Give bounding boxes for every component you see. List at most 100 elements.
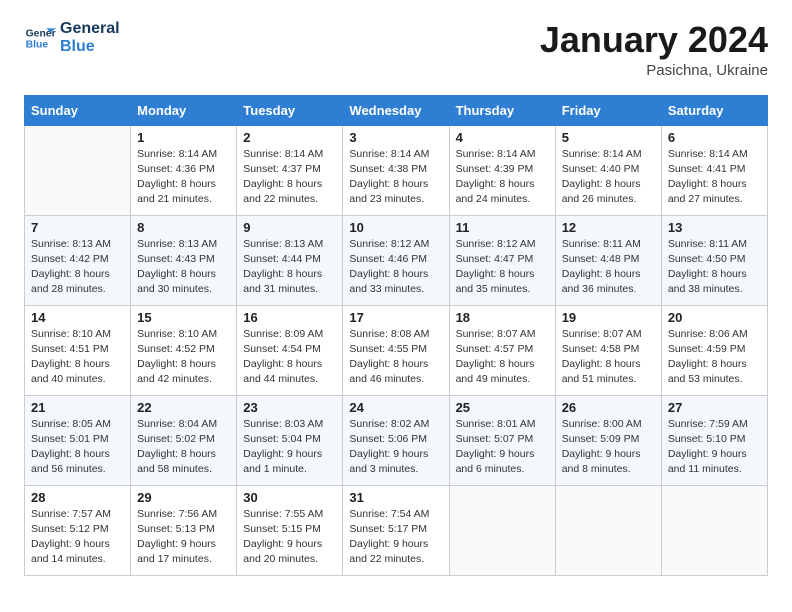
calendar-cell: 18 Sunrise: 8:07 AMSunset: 4:57 PMDayligh… <box>449 305 555 395</box>
day-number: 23 <box>243 400 336 415</box>
svg-text:Blue: Blue <box>26 40 49 51</box>
logo-blue: Blue <box>60 38 120 56</box>
day-header-thursday: Thursday <box>449 95 555 125</box>
calendar-cell: 14 Sunrise: 8:10 AMSunset: 4:51 PMDayligh… <box>25 305 131 395</box>
day-number: 19 <box>562 310 655 325</box>
location-subtitle: Pasichna, Ukraine <box>540 62 768 79</box>
day-number: 28 <box>31 490 124 505</box>
calendar-header: SundayMondayTuesdayWednesdayThursdayFrid… <box>25 95 768 125</box>
day-number: 25 <box>456 400 549 415</box>
logo: General Blue General Blue <box>24 20 120 57</box>
day-number: 13 <box>668 220 761 235</box>
calendar-cell: 15 Sunrise: 8:10 AMSunset: 4:52 PMDayligh… <box>131 305 237 395</box>
calendar-cell: 11Sunrise: 8:12 AMSunset: 4:47 PMDayligh… <box>449 215 555 305</box>
calendar-cell: 20 Sunrise: 8:06 AMSunset: 4:59 PMDayligh… <box>661 305 767 395</box>
day-number: 3 <box>349 130 442 145</box>
day-number: 5 <box>562 130 655 145</box>
day-detail: Sunrise: 8:06 AMSunset: 4:59 PMDaylight:… <box>668 327 761 388</box>
calendar-cell: 31 Sunrise: 7:54 AMSunset: 5:17 PMDayligh… <box>343 485 449 575</box>
calendar-week-2: 7Sunrise: 8:13 AMSunset: 4:42 PMDaylight… <box>25 215 768 305</box>
day-number: 26 <box>562 400 655 415</box>
calendar-cell: 24 Sunrise: 8:02 AMSunset: 5:06 PMDayligh… <box>343 395 449 485</box>
day-detail: Sunrise: 8:13 AMSunset: 4:44 PMDaylight:… <box>243 237 336 298</box>
day-number: 18 <box>456 310 549 325</box>
calendar-body: 1 Sunrise: 8:14 AMSunset: 4:36 PMDaylight… <box>25 125 768 575</box>
day-detail: Sunrise: 8:11 AMSunset: 4:50 PMDaylight:… <box>668 237 761 298</box>
day-number: 12 <box>562 220 655 235</box>
calendar-cell: 4Sunrise: 8:14 AMSunset: 4:39 PMDaylight… <box>449 125 555 215</box>
day-detail: Sunrise: 7:54 AMSunset: 5:17 PMDaylight:… <box>349 507 442 568</box>
calendar-cell: 10 Sunrise: 8:12 AMSunset: 4:46 PMDayligh… <box>343 215 449 305</box>
day-number: 1 <box>137 130 230 145</box>
day-number: 2 <box>243 130 336 145</box>
day-detail: Sunrise: 8:09 AMSunset: 4:54 PMDaylight:… <box>243 327 336 388</box>
calendar-cell: 12Sunrise: 8:11 AMSunset: 4:48 PMDayligh… <box>555 215 661 305</box>
days-of-week-row: SundayMondayTuesdayWednesdayThursdayFrid… <box>25 95 768 125</box>
calendar-cell: 3 Sunrise: 8:14 AMSunset: 4:38 PMDaylight… <box>343 125 449 215</box>
day-detail: Sunrise: 8:14 AMSunset: 4:38 PMDaylight:… <box>349 147 442 208</box>
calendar-cell: 7Sunrise: 8:13 AMSunset: 4:42 PMDaylight… <box>25 215 131 305</box>
calendar-week-4: 21 Sunrise: 8:05 AMSunset: 5:01 PMDayligh… <box>25 395 768 485</box>
calendar-cell <box>449 485 555 575</box>
day-header-wednesday: Wednesday <box>343 95 449 125</box>
calendar-cell: 9 Sunrise: 8:13 AMSunset: 4:44 PMDaylight… <box>237 215 343 305</box>
day-number: 14 <box>31 310 124 325</box>
day-number: 24 <box>349 400 442 415</box>
day-number: 6 <box>668 130 761 145</box>
calendar-cell: 19Sunrise: 8:07 AMSunset: 4:58 PMDayligh… <box>555 305 661 395</box>
day-detail: Sunrise: 8:10 AMSunset: 4:51 PMDaylight:… <box>31 327 124 388</box>
calendar-cell: 2Sunrise: 8:14 AMSunset: 4:37 PMDaylight… <box>237 125 343 215</box>
day-header-saturday: Saturday <box>661 95 767 125</box>
day-number: 15 <box>137 310 230 325</box>
day-header-tuesday: Tuesday <box>237 95 343 125</box>
calendar-week-3: 14 Sunrise: 8:10 AMSunset: 4:51 PMDayligh… <box>25 305 768 395</box>
month-year-title: January 2024 <box>540 20 768 60</box>
day-detail: Sunrise: 8:08 AMSunset: 4:55 PMDaylight:… <box>349 327 442 388</box>
day-detail: Sunrise: 8:13 AMSunset: 4:43 PMDaylight:… <box>137 237 230 298</box>
day-detail: Sunrise: 8:12 AMSunset: 4:47 PMDaylight:… <box>456 237 549 298</box>
day-detail: Sunrise: 8:14 AMSunset: 4:41 PMDaylight:… <box>668 147 761 208</box>
calendar-cell: 25 Sunrise: 8:01 AMSunset: 5:07 PMDayligh… <box>449 395 555 485</box>
day-detail: Sunrise: 7:59 AMSunset: 5:10 PMDaylight:… <box>668 417 761 478</box>
day-detail: Sunrise: 8:03 AMSunset: 5:04 PMDaylight:… <box>243 417 336 478</box>
day-detail: Sunrise: 8:01 AMSunset: 5:07 PMDaylight:… <box>456 417 549 478</box>
calendar-table: SundayMondayTuesdayWednesdayThursdayFrid… <box>24 95 768 576</box>
calendar-cell: 26Sunrise: 8:00 AMSunset: 5:09 PMDayligh… <box>555 395 661 485</box>
day-number: 9 <box>243 220 336 235</box>
calendar-cell: 16 Sunrise: 8:09 AMSunset: 4:54 PMDayligh… <box>237 305 343 395</box>
day-detail: Sunrise: 8:07 AMSunset: 4:57 PMDaylight:… <box>456 327 549 388</box>
calendar-cell: 23 Sunrise: 8:03 AMSunset: 5:04 PMDayligh… <box>237 395 343 485</box>
day-header-friday: Friday <box>555 95 661 125</box>
day-detail: Sunrise: 8:05 AMSunset: 5:01 PMDaylight:… <box>31 417 124 478</box>
day-number: 21 <box>31 400 124 415</box>
calendar-cell: 13 Sunrise: 8:11 AMSunset: 4:50 PMDayligh… <box>661 215 767 305</box>
day-number: 17 <box>349 310 442 325</box>
calendar-cell: 30Sunrise: 7:55 AMSunset: 5:15 PMDayligh… <box>237 485 343 575</box>
calendar-cell: 1 Sunrise: 8:14 AMSunset: 4:36 PMDaylight… <box>131 125 237 215</box>
day-detail: Sunrise: 8:13 AMSunset: 4:42 PMDaylight:… <box>31 237 124 298</box>
day-detail: Sunrise: 8:04 AMSunset: 5:02 PMDaylight:… <box>137 417 230 478</box>
day-number: 10 <box>349 220 442 235</box>
day-number: 20 <box>668 310 761 325</box>
day-number: 30 <box>243 490 336 505</box>
day-detail: Sunrise: 8:12 AMSunset: 4:46 PMDaylight:… <box>349 237 442 298</box>
day-detail: Sunrise: 8:14 AMSunset: 4:40 PMDaylight:… <box>562 147 655 208</box>
calendar-cell: 27 Sunrise: 7:59 AMSunset: 5:10 PMDayligh… <box>661 395 767 485</box>
day-detail: Sunrise: 7:56 AMSunset: 5:13 PMDaylight:… <box>137 507 230 568</box>
day-number: 31 <box>349 490 442 505</box>
day-number: 16 <box>243 310 336 325</box>
day-detail: Sunrise: 8:02 AMSunset: 5:06 PMDaylight:… <box>349 417 442 478</box>
calendar-cell: 29Sunrise: 7:56 AMSunset: 5:13 PMDayligh… <box>131 485 237 575</box>
calendar-week-1: 1 Sunrise: 8:14 AMSunset: 4:36 PMDaylight… <box>25 125 768 215</box>
day-number: 4 <box>456 130 549 145</box>
calendar-cell: 28Sunrise: 7:57 AMSunset: 5:12 PMDayligh… <box>25 485 131 575</box>
calendar-cell: 21 Sunrise: 8:05 AMSunset: 5:01 PMDayligh… <box>25 395 131 485</box>
calendar-cell: 22 Sunrise: 8:04 AMSunset: 5:02 PMDayligh… <box>131 395 237 485</box>
calendar-week-5: 28Sunrise: 7:57 AMSunset: 5:12 PMDayligh… <box>25 485 768 575</box>
day-number: 22 <box>137 400 230 415</box>
day-number: 27 <box>668 400 761 415</box>
day-detail: Sunrise: 8:10 AMSunset: 4:52 PMDaylight:… <box>137 327 230 388</box>
logo-general: General <box>60 20 120 38</box>
calendar-cell: 8Sunrise: 8:13 AMSunset: 4:43 PMDaylight… <box>131 215 237 305</box>
day-detail: Sunrise: 8:14 AMSunset: 4:36 PMDaylight:… <box>137 147 230 208</box>
